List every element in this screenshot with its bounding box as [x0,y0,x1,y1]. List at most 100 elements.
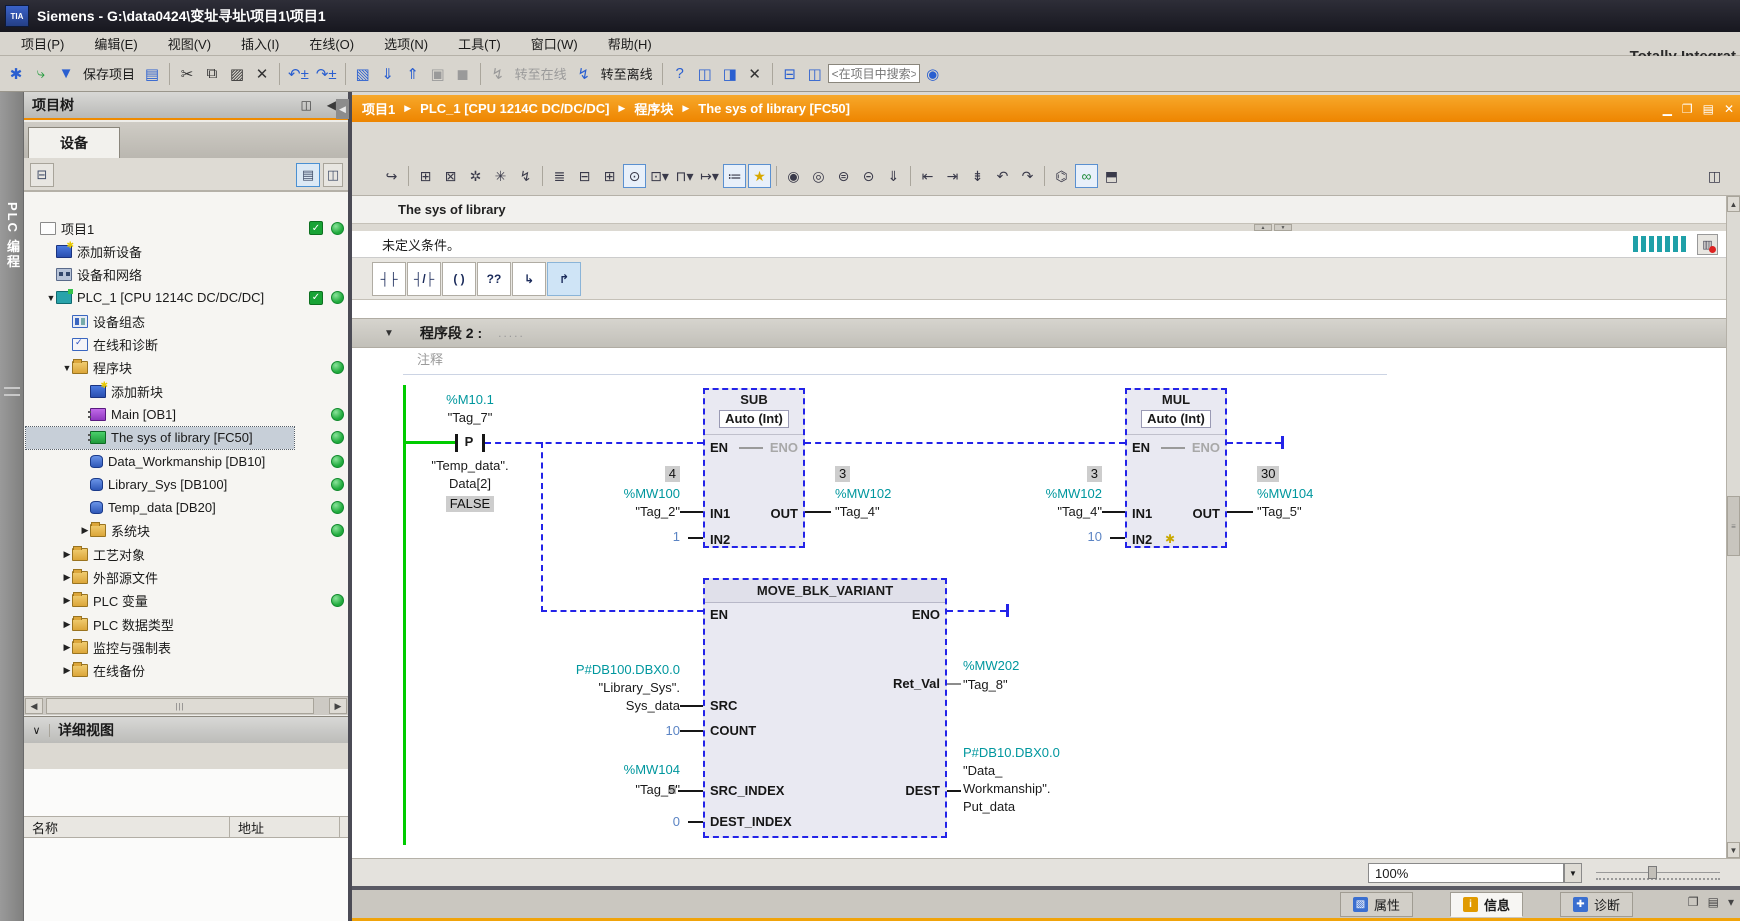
contact-nc-icon[interactable]: ┤/├ [407,262,441,296]
contact-edge-label[interactable]: P [458,434,480,450]
move-dest-pointer[interactable]: P#DB10.DBX0.0 [963,745,1060,761]
menu-item-5[interactable]: 选项(N) [369,31,443,56]
start-cpu-icon[interactable]: ▣ [426,61,450,87]
scroll-thumb[interactable]: ≡ [1727,496,1740,556]
close-window-icon[interactable]: ✕ [743,61,767,87]
contact-tag[interactable]: "Tag_7" [420,410,520,426]
tree-item-工艺对象[interactable]: ▶工艺对象 [24,543,348,565]
move-dest-index-pin[interactable]: DEST_INDEX [710,814,792,830]
network-comment[interactable]: 注释 [417,352,443,368]
split-vertical-icon[interactable]: ◫ [803,61,827,87]
move-dest-index-value[interactable]: 0 [544,814,680,830]
chevron-down-icon[interactable]: ▼ [46,293,56,303]
tree-item-在线和诊断[interactable]: 在线和诊断 [24,334,348,356]
mul-en-pin[interactable]: EN [1132,440,1150,456]
upload-icon[interactable]: ⇑ [401,61,425,87]
tree-item-添加新块[interactable]: 添加新块 [24,380,348,402]
chevron-right-icon[interactable]: ▶ [62,595,72,606]
move-dest-name-line1[interactable]: "Data_ [963,763,1002,779]
monitor-status-icon[interactable]: ▥ [1697,234,1718,255]
move-dest-member[interactable]: Put_data [963,799,1015,815]
move-en-pin[interactable]: EN [710,607,728,623]
sub-in1-tag[interactable]: "Tag_2" [544,504,680,520]
split-editor-icon[interactable]: ◫ [1703,164,1726,188]
go-online-icon[interactable]: ↯ [486,61,510,87]
nav-fwd-icon[interactable]: ↷ [1016,164,1039,188]
breadcrumb-item-1[interactable]: PLC_1 [CPU 1214C DC/DC/DC] [420,101,609,116]
find-icon[interactable]: ◉ [921,61,945,87]
contact-operand-line1[interactable]: "Temp_data". [410,458,530,474]
online-help-icon[interactable]: ? [668,61,692,87]
breadcrumb-item-0[interactable]: 项目1 [362,99,395,118]
tree-item-设备和网络[interactable]: 设备和网络 [24,264,348,286]
overview-view-icon[interactable]: ◫ [323,163,343,187]
menu-item-3[interactable]: 插入(I) [226,31,294,56]
move-eno-pin[interactable]: ENO [912,607,940,623]
menu-item-1[interactable]: 编辑(E) [79,31,152,56]
zoom-slider-track[interactable] [1596,872,1720,873]
tree-item-项目1[interactable]: 项目1✓ [24,217,348,239]
menu-item-2[interactable]: 视图(V) [153,31,226,56]
chevron-down-icon[interactable]: ▼ [62,363,72,373]
window-1-icon[interactable]: ◫ [693,61,717,87]
tab-properties[interactable]: ▧属性 [1340,892,1413,917]
goto-def-icon[interactable]: ⇥ [941,164,964,188]
close-icon[interactable]: ✕ [1724,102,1734,116]
mul-block-mode[interactable]: Auto (Int) [1141,410,1211,428]
sub-out-pin[interactable]: OUT [771,506,798,522]
insert-network-icon[interactable]: ⊞ [414,164,437,188]
move-dest-pin[interactable]: DEST [905,783,940,799]
split-horizontal-icon[interactable]: ⊟ [778,61,802,87]
step-icon[interactable]: ⇟ [966,164,989,188]
tab-devices[interactable]: 设备 [28,127,120,158]
collapse-tree-icon[interactable]: ◀ [336,99,349,119]
goto-prev-icon[interactable]: ⇤ [916,164,939,188]
chevron-right-icon[interactable]: ▶ [62,572,72,583]
sub-in2-pin[interactable]: IN2 [710,532,730,548]
scroll-up-icon[interactable]: ▲ [1727,196,1740,212]
tree-item-The-sys-of-library--FC50-[interactable]: The sys of library [FC50] [24,427,348,449]
stop-cpu-icon[interactable]: ◼ [451,61,475,87]
insert-operand-icon[interactable]: ⊓▾ [673,164,696,188]
move-src-member[interactable]: Sys_data [544,698,680,714]
column-name[interactable]: 名称 [24,817,230,837]
download-icon[interactable]: ⇓ [376,61,400,87]
move-src-index-tag[interactable]: "Tag_5" [544,782,680,798]
move-src-index-pin[interactable]: SRC_INDEX [710,783,784,799]
tree-horizontal-scrollbar[interactable]: ◀ ||| ▶ [24,696,348,715]
dock-pane-icon[interactable]: ▤ [1708,895,1719,909]
cut-icon[interactable]: ✂ [175,61,199,87]
call-env-icon[interactable]: ⊝ [857,164,880,188]
mul-in2-pin[interactable]: IN2 [1132,532,1152,548]
insert-box-icon[interactable]: ⊡▾ [648,164,671,188]
undo-icon[interactable]: ↶± [285,61,312,87]
configure-tree-icon[interactable]: ⊟ [30,163,54,187]
network-header[interactable]: ▼ 程序段 2 : ..... [352,318,1726,348]
chevron-right-icon[interactable]: ▶ [62,549,72,560]
tree-item-系统块[interactable]: ▶系统块 [24,520,348,542]
empty-box-icon[interactable]: ?? [477,262,511,296]
move-ret-val-pin[interactable]: Ret_Val [893,676,940,692]
zoom-level-select[interactable]: 100% [1368,863,1564,883]
move-src-index-address[interactable]: %MW104 [544,762,680,778]
contact-address[interactable]: %M10.1 [420,392,520,408]
toggle-comments-icon[interactable]: ⊙ [623,164,646,188]
move-src-pointer[interactable]: P#DB100.DBX0.0 [544,662,680,678]
sub-out-address[interactable]: %MW102 [835,486,891,502]
mul-out-tag[interactable]: "Tag_5" [1257,504,1302,520]
pin-panel-icon[interactable]: ◫ [301,98,312,112]
redo-icon[interactable]: ↷± [313,61,340,87]
align-icon[interactable]: ≣ [548,164,571,188]
collapse-panel-icon[interactable]: ◀ [327,98,336,112]
save-project-label[interactable]: 保存项目 [79,64,139,83]
open-branch-icon[interactable]: ↳ [512,262,546,296]
move-blk-variant-block[interactable]: MOVE_BLK_VARIANT EN ENO SRC COUNT SRC_IN… [703,578,947,838]
gear-2-icon[interactable]: ✳ [489,164,512,188]
find-person-icon[interactable]: ⌬ [1050,164,1073,188]
menu-item-7[interactable]: 窗口(W) [516,31,593,56]
tree-item-在线备份[interactable]: ▶在线备份 [24,660,348,682]
zoom-dropdown-icon[interactable]: ▼ [1564,863,1582,883]
mul-in1-tag[interactable]: "Tag_4" [966,504,1102,520]
call-structure-icon[interactable]: ⊜ [832,164,855,188]
breadcrumb-item-2[interactable]: 程序块 [634,99,673,118]
